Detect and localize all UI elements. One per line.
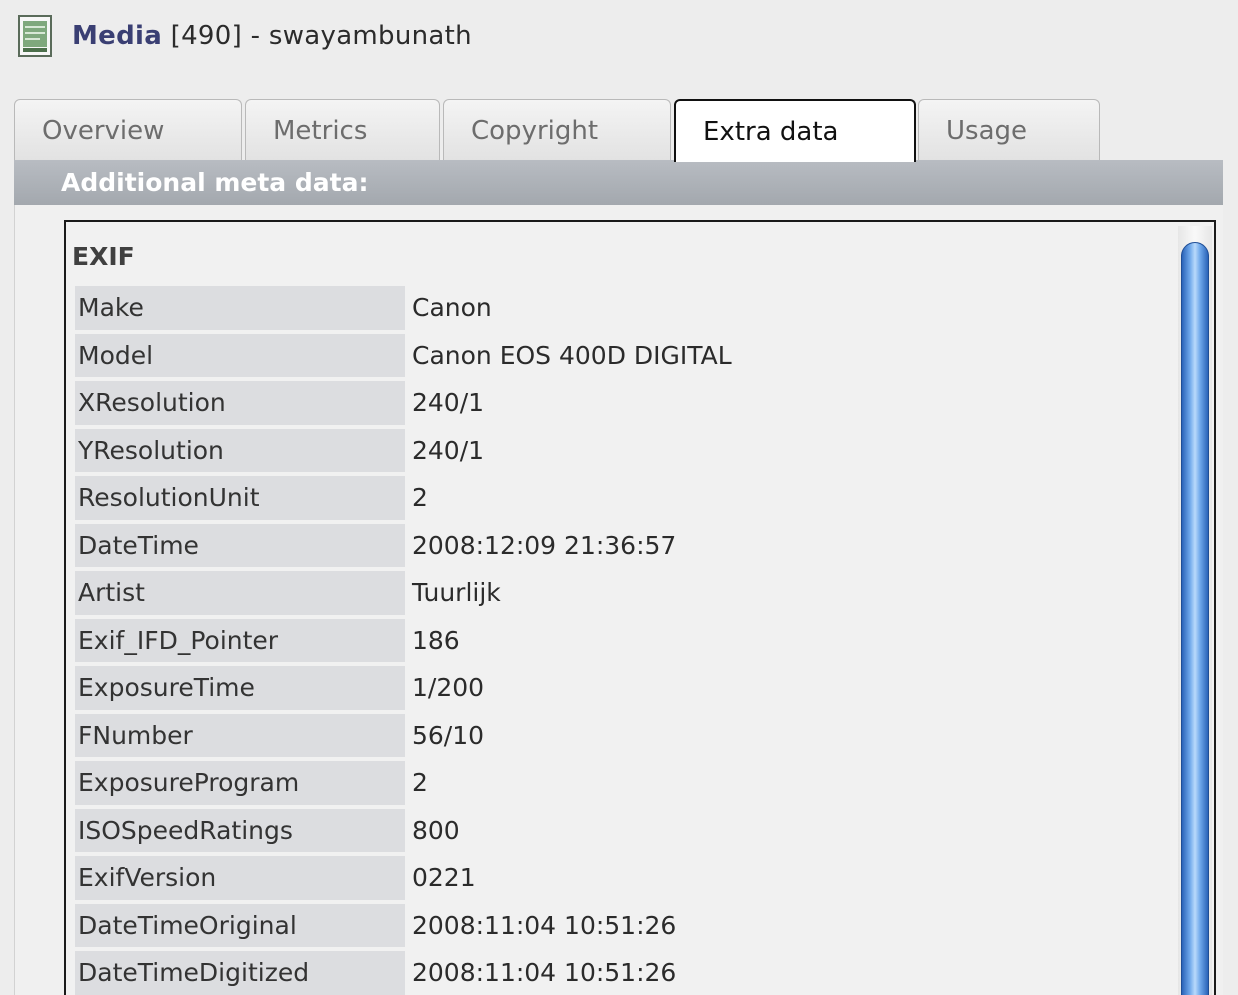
table-row: XResolution 240/1 bbox=[75, 381, 1165, 425]
row-key: Exif_IFD_Pointer bbox=[75, 618, 405, 662]
table-row: FNumber 56/10 bbox=[75, 713, 1165, 757]
row-key: ExposureProgram bbox=[75, 761, 405, 805]
row-key: ISOSpeedRatings bbox=[75, 808, 405, 852]
row-value: 2 bbox=[412, 483, 428, 513]
media-kind-label: Media bbox=[72, 21, 163, 51]
row-key: YResolution bbox=[75, 428, 405, 472]
table-row: Exif_IFD_Pointer 186 bbox=[75, 618, 1165, 662]
tab-bar: Overview Metrics Copyright Extra data Us… bbox=[14, 99, 1104, 162]
row-key: Artist bbox=[75, 571, 405, 615]
tab-label: Copyright bbox=[471, 116, 599, 146]
row-value: 240/1 bbox=[412, 388, 485, 418]
row-key: ResolutionUnit bbox=[75, 476, 405, 520]
vertical-scrollbar[interactable] bbox=[1178, 226, 1212, 995]
tab-label: Overview bbox=[42, 116, 165, 146]
row-value: Canon EOS 400D DIGITAL bbox=[412, 340, 732, 370]
row-value: 800 bbox=[412, 815, 460, 845]
tab-label: Usage bbox=[946, 116, 1028, 146]
tab-usage[interactable]: Usage bbox=[918, 99, 1100, 161]
panel-header: Additional meta data: bbox=[14, 160, 1223, 205]
tab-label: Extra data bbox=[703, 117, 839, 147]
title-bar: Media [490] - swayambunath bbox=[18, 12, 472, 60]
row-value: 2008:11:04 10:51:26 bbox=[412, 958, 677, 988]
table-row: YResolution 240/1 bbox=[75, 428, 1165, 472]
metadata-box: EXIF Make Canon Model Canon EOS 400D DIGIT… bbox=[64, 220, 1216, 995]
row-key: FNumber bbox=[75, 713, 405, 757]
table-row: DateTimeDigitized 2008:11:04 10:51:26 bbox=[75, 951, 1165, 995]
tab-extra-data[interactable]: Extra data bbox=[674, 99, 916, 162]
section-title-exif: EXIF bbox=[72, 242, 135, 271]
row-key: XResolution bbox=[75, 381, 405, 425]
row-value: 2008:11:04 10:51:26 bbox=[412, 910, 677, 940]
table-row: Model Canon EOS 400D DIGITAL bbox=[75, 333, 1165, 377]
row-value: 0221 bbox=[412, 863, 476, 893]
page-title: Media [490] - swayambunath bbox=[72, 21, 472, 51]
row-key: Make bbox=[75, 286, 405, 330]
table-row: Artist Tuurlijk bbox=[75, 571, 1165, 615]
row-key: Model bbox=[75, 333, 405, 377]
table-row: DateTimeOriginal 2008:11:04 10:51:26 bbox=[75, 903, 1165, 947]
table-row: Make Canon bbox=[75, 286, 1165, 330]
row-value: 2 bbox=[412, 768, 428, 798]
document-icon bbox=[18, 15, 52, 57]
row-key: ExposureTime bbox=[75, 666, 405, 710]
row-key: DateTimeDigitized bbox=[75, 951, 405, 995]
row-value: 2008:12:09 21:36:57 bbox=[412, 530, 677, 560]
table-row: ExifVersion 0221 bbox=[75, 856, 1165, 900]
scrollbar-thumb[interactable] bbox=[1181, 242, 1209, 995]
tab-label: Metrics bbox=[273, 116, 368, 146]
table-row: ISOSpeedRatings 800 bbox=[75, 808, 1165, 852]
row-value: 1/200 bbox=[412, 673, 485, 703]
row-key: DateTimeOriginal bbox=[75, 903, 405, 947]
tab-copyright[interactable]: Copyright bbox=[443, 99, 671, 161]
row-value: 56/10 bbox=[412, 720, 485, 750]
table-row: ExposureTime 1/200 bbox=[75, 666, 1165, 710]
row-value: 186 bbox=[412, 625, 460, 655]
row-key: ExifVersion bbox=[75, 856, 405, 900]
row-value: 240/1 bbox=[412, 435, 485, 465]
tab-metrics[interactable]: Metrics bbox=[245, 99, 440, 161]
panel-heading: Additional meta data: bbox=[61, 168, 369, 197]
table-row: ExposureProgram 2 bbox=[75, 761, 1165, 805]
tab-overview[interactable]: Overview bbox=[14, 99, 242, 161]
table-row: DateTime 2008:12:09 21:36:57 bbox=[75, 523, 1165, 567]
row-value: Tuurlijk bbox=[412, 578, 501, 608]
table-row: ResolutionUnit 2 bbox=[75, 476, 1165, 520]
row-key: DateTime bbox=[75, 523, 405, 567]
media-title: [490] - swayambunath bbox=[162, 21, 472, 51]
exif-table: Make Canon Model Canon EOS 400D DIGITAL XR… bbox=[75, 282, 1165, 995]
row-value: Canon bbox=[412, 293, 492, 323]
